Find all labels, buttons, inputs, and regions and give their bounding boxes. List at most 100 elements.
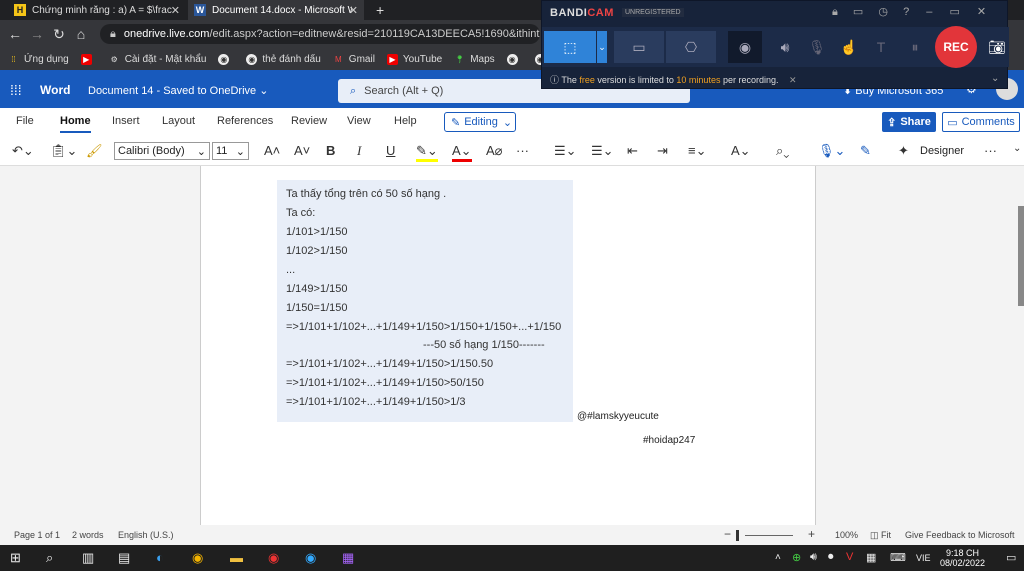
close-notice-icon[interactable]: ✕ xyxy=(789,75,797,85)
bookmark-gmail[interactable]: M Gmail xyxy=(333,54,375,65)
zoom-slider[interactable] xyxy=(745,535,793,536)
grow-font-icon[interactable]: A˄ xyxy=(264,143,280,158)
tab-references[interactable]: References xyxy=(217,115,273,127)
clear-formatting-icon[interactable]: A⌀ xyxy=(486,143,503,159)
folder-icon[interactable]: ▭ xyxy=(853,6,863,18)
tab-hoidap[interactable]: H Chứng minh rằng : a) A = $\frac{ ✕ xyxy=(8,0,186,20)
bookmark-settings-passwords[interactable]: ⚙ Cài đặt - Mật khẩu xyxy=(109,54,207,65)
tray-app-icon[interactable]: ⊕ xyxy=(792,551,801,564)
edge-icon[interactable]: ◐ xyxy=(156,550,164,565)
widgets-icon[interactable]: ▤ xyxy=(118,550,130,566)
text-icon[interactable]: T xyxy=(864,31,898,63)
bookmark-apps[interactable]: ⁞⁞ Ứng dụng xyxy=(8,54,68,65)
zoom-slider-thumb[interactable] xyxy=(735,530,739,541)
designer-button[interactable]: Designer xyxy=(920,145,964,157)
document-page[interactable]: Ta thấy tổng trên có 50 số hạng . Ta có:… xyxy=(200,166,816,525)
clock-icon[interactable]: ◷ xyxy=(878,6,888,18)
increase-indent-icon[interactable]: ⇥ xyxy=(657,143,668,159)
notifications-icon[interactable]: ▭ xyxy=(1006,551,1016,564)
undo-icon[interactable]: ↶⌄ xyxy=(12,143,34,159)
app-icon[interactable]: ▦ xyxy=(342,550,354,566)
volume-icon[interactable]: 🔊︎ xyxy=(810,551,817,564)
hdmi-mode-button[interactable]: ▭ xyxy=(614,31,664,63)
vertical-scrollbar[interactable] xyxy=(1018,206,1024,306)
document-title[interactable]: Document 14 - Saved to OneDrive ⌄ xyxy=(88,84,268,97)
new-tab-button[interactable]: + xyxy=(370,0,390,20)
tray-chevron-icon[interactable]: ˄ xyxy=(775,552,781,563)
lock-icon[interactable]: 🔒︎ xyxy=(832,6,838,18)
feedback-link[interactable]: Give Feedback to Microsoft xyxy=(905,530,1015,540)
tab-document[interactable]: W Document 14.docx - Microsoft W ✕ xyxy=(188,0,364,20)
game-mode-button[interactable]: ⎔ xyxy=(666,31,716,63)
more-icon[interactable]: ··· xyxy=(516,143,529,158)
microphone-icon[interactable]: 🎙︎ xyxy=(800,31,834,63)
screen-mode-button[interactable]: ⬚ xyxy=(544,31,596,63)
minimize-icon[interactable]: – xyxy=(926,6,932,18)
language[interactable]: English (U.S.) xyxy=(118,530,174,540)
paste-icon[interactable]: 📋︎⌄ xyxy=(50,143,77,159)
bookmark-the-danh-dau[interactable]: ◉ thẻ đánh dấu xyxy=(246,53,321,65)
tab-home[interactable]: Home xyxy=(60,115,91,133)
search-icon[interactable]: ⌕ xyxy=(46,550,53,566)
chevron-down-icon[interactable]: ⌄ xyxy=(1013,143,1021,154)
speaker-icon[interactable]: 🔊︎ xyxy=(768,31,802,63)
pasted-image[interactable]: Ta thấy tổng trên có 50 số hạng . Ta có:… xyxy=(277,180,573,422)
format-painter-icon[interactable]: 🖌︎ xyxy=(86,143,103,159)
restore-icon[interactable]: ▭ xyxy=(949,6,959,18)
bookmark-globe[interactable]: ◉ xyxy=(218,53,234,65)
keyboard-icon[interactable]: ⌨ xyxy=(890,551,906,564)
address-input[interactable]: 🔒︎ onedrive.live.com/edit.aspx?action=ed… xyxy=(100,24,540,44)
camera-icon[interactable]: 📷︎ xyxy=(980,31,1014,63)
close-tab-icon[interactable]: ✕ xyxy=(349,4,358,17)
bandicam-window[interactable]: BANDICAM UNREGISTERED 🔒︎ ▭ ◷ ? – ▭ ✕ ⬚ ⌄… xyxy=(541,0,1009,89)
tab-view[interactable]: View xyxy=(347,115,371,127)
font-color-icon[interactable]: A⌄ xyxy=(452,143,472,162)
tab-file[interactable]: File xyxy=(16,115,34,127)
share-button[interactable]: ⇪ Share xyxy=(882,112,936,132)
forward-icon[interactable]: → xyxy=(26,26,48,42)
record-tray-icon[interactable]: ⏺ xyxy=(828,551,834,564)
tab-help[interactable]: Help xyxy=(394,115,417,127)
find-icon[interactable]: ⌕⌄ xyxy=(776,143,789,159)
bookmark-globe-2[interactable]: ◉ xyxy=(506,53,523,65)
close-tab-icon[interactable]: ✕ xyxy=(171,4,180,17)
help-icon[interactable]: ? xyxy=(903,6,909,18)
app-name[interactable]: Word xyxy=(40,83,70,97)
vietkey-icon[interactable]: V xyxy=(846,551,853,563)
bold-icon[interactable]: B xyxy=(326,143,335,158)
windows-start-icon[interactable]: ⊞ xyxy=(10,550,21,566)
record-app-icon[interactable]: ◉ xyxy=(268,550,279,566)
reload-icon[interactable]: ↻ xyxy=(48,26,70,43)
zoom-out-icon[interactable]: − xyxy=(724,527,731,541)
input-language[interactable]: VIE xyxy=(916,553,931,563)
more-options-icon[interactable]: ··· xyxy=(984,143,997,158)
tab-review[interactable]: Review xyxy=(291,115,327,127)
font-family-select[interactable]: Calibri (Body) ⌄ xyxy=(114,142,210,160)
bookmark-maps[interactable]: 📍︎ Maps xyxy=(454,54,495,65)
editor-icon[interactable]: ✎ xyxy=(860,143,871,159)
app-launcher-icon[interactable]: ⁞⁞⁞ xyxy=(10,82,22,98)
fit-button[interactable]: ◫ Fit xyxy=(870,530,891,541)
expand-chevron-icon[interactable]: ⌄ xyxy=(991,73,999,84)
back-icon[interactable]: ← xyxy=(4,26,26,42)
tab-layout[interactable]: Layout xyxy=(162,115,195,127)
decrease-indent-icon[interactable]: ⇤ xyxy=(627,143,638,159)
bookmark-youtube[interactable]: ▶ YouTube xyxy=(386,53,442,65)
bullets-icon[interactable]: ☰⌄ xyxy=(554,143,577,159)
underline-icon[interactable]: U xyxy=(386,143,395,158)
zoom-level[interactable]: 100% xyxy=(835,530,858,540)
pause-icon[interactable]: ⏸ xyxy=(898,31,932,63)
italic-icon[interactable]: I xyxy=(357,143,361,159)
network-icon[interactable]: ▦ xyxy=(866,551,876,564)
close-icon[interactable]: ✕ xyxy=(977,6,986,18)
dictate-icon[interactable]: 🎙︎⌄ xyxy=(818,143,845,159)
designer-icon[interactable]: ✦ xyxy=(898,143,909,159)
cursor-icon[interactable]: ☝ xyxy=(832,31,866,63)
highlight-icon[interactable]: ✎⌄ xyxy=(416,143,438,162)
numbering-icon[interactable]: ☰⌄ xyxy=(591,143,614,159)
zalo-icon[interactable]: ◉ xyxy=(305,550,316,566)
task-view-icon[interactable]: ▥ xyxy=(82,550,94,566)
chevron-down-icon[interactable]: ⌄ xyxy=(597,31,607,63)
shrink-font-icon[interactable]: A˅ xyxy=(294,143,310,158)
comments-button[interactable]: ▭ Comments xyxy=(942,112,1020,132)
